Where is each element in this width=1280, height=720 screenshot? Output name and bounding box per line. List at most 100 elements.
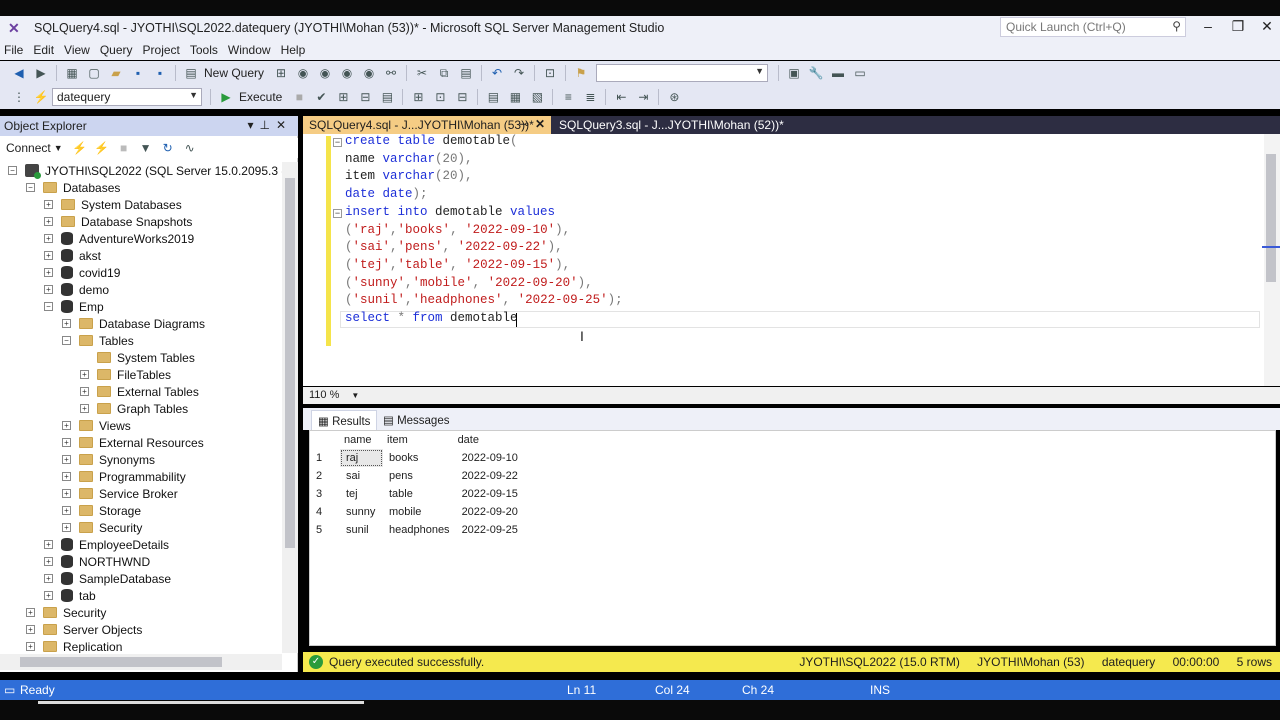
actual-plan-icon[interactable]: ⊞ [410, 89, 426, 105]
column-header[interactable]: item [383, 431, 454, 449]
forward-icon[interactable]: ▶ [33, 65, 49, 81]
tree-node[interactable]: + External Resources [62, 434, 204, 451]
disconnect-icon[interactable]: ⚡ [94, 140, 110, 156]
connect-dropdown[interactable]: Connect [6, 141, 51, 155]
expand-icon[interactable]: + [62, 489, 71, 498]
menu-help[interactable]: Help [281, 43, 314, 57]
expand-icon[interactable]: + [44, 591, 53, 600]
tree-node[interactable]: + Storage [62, 502, 141, 519]
new-project-icon[interactable]: ▦ [64, 65, 80, 81]
tree-node[interactable]: + System Databases [44, 196, 182, 213]
toolbox-icon[interactable]: ▬ [830, 65, 846, 81]
stop-icon[interactable]: ■ [291, 89, 307, 105]
tree-node[interactable]: − Databases [26, 179, 120, 196]
tab-sqlquery3[interactable]: SQLQuery3.sql - J...JYOTHI\Mohan (52))* [553, 116, 790, 134]
expand-icon[interactable]: + [44, 234, 53, 243]
table-cell[interactable]: 2022-09-10 [454, 449, 522, 467]
new-query-button[interactable]: New Query [204, 66, 264, 80]
save-icon[interactable]: ▪ [130, 65, 146, 81]
table-cell[interactable]: sunil [340, 521, 383, 539]
fold-toggle-icon[interactable]: − [333, 209, 342, 218]
expand-icon[interactable]: + [44, 540, 53, 549]
table-cell[interactable]: mobile [383, 503, 454, 521]
expand-icon[interactable]: + [44, 557, 53, 566]
collapse-icon[interactable]: − [62, 336, 71, 345]
tab-sqlquery4[interactable]: SQLQuery4.sql - J...JYOTHI\Mohan (53))* ⊸… [303, 116, 551, 134]
menu-query[interactable]: Query [100, 43, 141, 57]
editor-scroll-thumb[interactable] [1266, 154, 1276, 282]
fold-toggle-icon[interactable]: − [333, 138, 342, 147]
open-folder-icon[interactable]: ▰ [108, 65, 124, 81]
client-stats-icon[interactable]: ⊟ [454, 89, 470, 105]
tree-node[interactable]: + Graph Tables [80, 400, 188, 417]
intellisense-icon[interactable]: ▤ [379, 89, 395, 105]
tree-node[interactable]: + Security [26, 604, 106, 621]
expand-icon[interactable]: + [26, 608, 35, 617]
tree-node[interactable]: System Tables [80, 349, 195, 366]
new-query-icon[interactable]: ▤ [183, 65, 199, 81]
tree-node[interactable]: + tab [44, 587, 96, 604]
screenshot-icon[interactable]: ⊡ [542, 65, 558, 81]
execute-icon[interactable]: ▶ [218, 89, 234, 105]
expand-icon[interactable]: + [44, 285, 53, 294]
paste-icon[interactable]: ▤ [458, 65, 474, 81]
expand-icon[interactable]: + [44, 200, 53, 209]
row-number[interactable]: 2 [310, 467, 340, 485]
comment-icon[interactable]: ≡ [560, 89, 576, 105]
table-cell[interactable]: tej [340, 485, 383, 503]
pin-icon[interactable]: ⊸ [519, 117, 529, 131]
quick-launch-input[interactable]: Quick Launch (Ctrl+Q) ⚲ [1000, 17, 1186, 37]
expand-icon[interactable]: + [62, 455, 71, 464]
connect-icon[interactable]: ⋮ [11, 89, 27, 105]
stop-refresh-icon[interactable]: ■ [116, 140, 132, 156]
tree-horizontal-thumb[interactable] [20, 657, 222, 667]
row-number[interactable]: 1 [310, 449, 340, 467]
tree-node[interactable]: − Emp [44, 298, 104, 315]
specify-values-icon[interactable]: ⊛ [666, 89, 682, 105]
expand-icon[interactable]: + [44, 574, 53, 583]
tree-node[interactable]: + Synonyms [62, 451, 155, 468]
query-options-icon[interactable]: ⊟ [357, 89, 373, 105]
tree-node[interactable]: + covid19 [44, 264, 120, 281]
xmla-query-icon[interactable]: ◉ [339, 65, 355, 81]
results-to-grid-icon[interactable]: ▦ [507, 89, 523, 105]
expand-icon[interactable]: + [80, 387, 89, 396]
copy-icon[interactable]: ⧉ [436, 65, 452, 81]
tree-vertical-thumb[interactable] [285, 178, 295, 548]
tree-node[interactable]: − JYOTHI\SQL2022 (SQL Server 15.0.2095.3 … [8, 162, 282, 179]
uncomment-icon[interactable]: ≣ [582, 89, 598, 105]
decrease-indent-icon[interactable]: ⇤ [613, 89, 629, 105]
db-query-icon[interactable]: ⊞ [273, 65, 289, 81]
tree-node[interactable]: + Database Diagrams [62, 315, 205, 332]
tree-node[interactable]: + Service Broker [62, 485, 178, 502]
tree-node[interactable]: + Replication [26, 638, 122, 653]
dax-query-icon[interactable]: ◉ [361, 65, 377, 81]
change-connection-icon[interactable]: ⚡ [33, 89, 49, 105]
cut-icon[interactable]: ✂ [414, 65, 430, 81]
table-cell[interactable]: raj [340, 449, 383, 467]
mdx-query-icon[interactable]: ◉ [295, 65, 311, 81]
expand-icon[interactable]: + [80, 404, 89, 413]
new-file-icon[interactable]: ▢ [86, 65, 102, 81]
expand-icon[interactable]: + [62, 319, 71, 328]
find-icon[interactable]: ⚑ [573, 65, 589, 81]
close-tab-icon[interactable]: ✕ [535, 117, 545, 131]
tree-node[interactable]: + AdventureWorks2019 [44, 230, 194, 247]
minimize-button[interactable]: – [1196, 18, 1220, 36]
table-cell[interactable]: pens [383, 467, 454, 485]
results-to-text-icon[interactable]: ▤ [485, 89, 501, 105]
database-selector[interactable]: datequery ▼ [52, 88, 202, 106]
panel-controls[interactable]: ▾⊥✕ [247, 118, 292, 132]
undo-icon[interactable]: ↶ [489, 65, 505, 81]
tree-node[interactable]: − Tables [62, 332, 134, 349]
row-number[interactable]: 5 [310, 521, 340, 539]
connect-plug-icon[interactable]: ⚡ [72, 140, 88, 156]
tree-node[interactable]: + NORTHWND [44, 553, 150, 570]
table-cell[interactable]: 2022-09-20 [454, 503, 522, 521]
tree-node[interactable]: + Security [62, 519, 142, 536]
properties-icon[interactable]: 🔧 [808, 65, 824, 81]
window-layout-icon[interactable]: ▭ [852, 65, 868, 81]
collapse-icon[interactable]: − [44, 302, 53, 311]
zoom-level[interactable]: 110 % [309, 389, 339, 401]
tree-node[interactable]: + Programmability [62, 468, 186, 485]
